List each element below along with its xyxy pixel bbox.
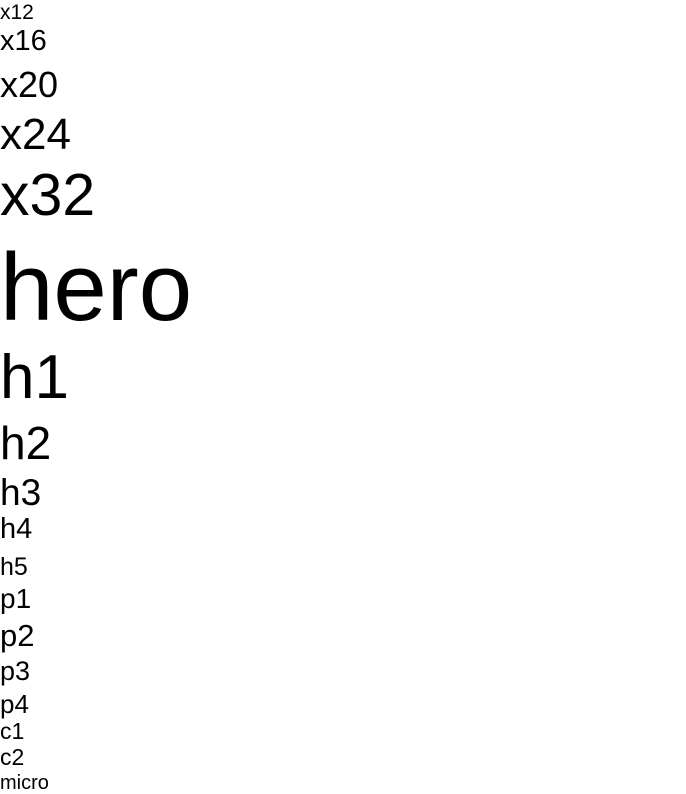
- sample-h2: h2: [0, 417, 52, 469]
- sample-c1: c1: [0, 718, 25, 744]
- sample-hero: hero: [0, 234, 193, 341]
- sample-x16: x16: [0, 25, 47, 57]
- sample-x24: x24: [0, 110, 71, 159]
- sample-p2: p2: [0, 618, 35, 653]
- sample-x20: x20: [0, 64, 59, 105]
- sample-p1: p1: [0, 583, 32, 614]
- sample-p4: p4: [0, 689, 29, 719]
- sample-h4: h4: [0, 513, 33, 545]
- sample-micro: micro: [0, 772, 49, 794]
- sample-h1: h1: [0, 343, 69, 412]
- sample-h5: h5: [0, 553, 28, 581]
- sample-h3: h3: [0, 472, 42, 513]
- sample-c2: c2: [0, 744, 25, 770]
- sample-x12: x12: [0, 1, 34, 24]
- sample-x32: x32: [0, 162, 96, 228]
- sample-p3: p3: [0, 656, 31, 686]
